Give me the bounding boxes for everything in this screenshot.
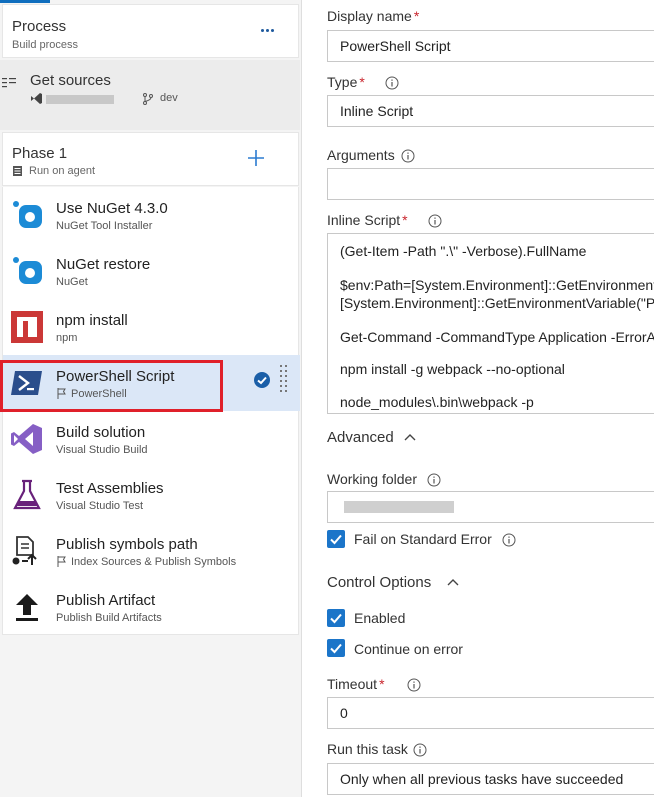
repository-icon: [31, 93, 42, 104]
redacted-repository-name: [46, 95, 114, 104]
checkmark-icon: [330, 643, 342, 654]
task-publish-symbols[interactable]: Publish symbols path Index Sources & Pub…: [3, 523, 300, 579]
task-subtitle: PowerShell: [71, 388, 127, 400]
list-icon: [2, 78, 16, 88]
task-subtitle: NuGet Tool Installer: [56, 220, 153, 232]
timeout-input[interactable]: 0: [327, 697, 654, 729]
process-title: Process: [12, 18, 67, 35]
process-subtitle: Build process: [12, 39, 79, 51]
info-icon[interactable]: [413, 743, 427, 757]
arguments-label: Arguments: [327, 147, 395, 163]
phase-subtitle: Run on agent: [29, 165, 96, 177]
task-subtitle: npm: [56, 332, 78, 344]
script-line: [System.Environment]::GetEnvironmentVari…: [340, 295, 654, 311]
continue-on-error-checkbox[interactable]: [327, 639, 345, 657]
task-list: Use NuGet 4.3.0 NuGet Tool Installer NuG…: [2, 187, 300, 635]
task-build-solution[interactable]: Build solution Visual Studio Build: [3, 411, 300, 467]
enabled-checkbox[interactable]: [327, 609, 345, 627]
task-subtitle: Visual Studio Test: [56, 500, 144, 512]
info-icon[interactable]: [427, 473, 441, 487]
get-sources-item[interactable]: Get sources dev: [0, 60, 300, 130]
get-sources-title: Get sources: [30, 72, 111, 89]
checkmark-icon: [330, 613, 342, 624]
enabled-label: Enabled: [354, 610, 406, 626]
phase-card[interactable]: Phase 1 Run on agent: [2, 132, 299, 186]
process-card[interactable]: Process Build process: [2, 4, 299, 58]
drag-handle-icon[interactable]: [279, 364, 289, 394]
task-title: PowerShell Script: [56, 368, 175, 385]
branch-name: dev: [160, 92, 178, 104]
working-folder-input[interactable]: [327, 491, 654, 523]
redacted-folder-path: [344, 501, 454, 513]
task-title: NuGet restore: [56, 256, 151, 273]
flag-icon: [57, 556, 66, 567]
task-title: Publish Artifact: [56, 592, 156, 609]
timeout-label: Timeout *: [327, 676, 385, 692]
inline-script-editor[interactable]: (Get-Item -Path ".\" -Verbose).FullName …: [327, 233, 654, 414]
type-label: Type *: [327, 74, 365, 90]
phase-title: Phase 1: [12, 145, 68, 162]
fail-on-stderr-checkbox[interactable]: [327, 530, 345, 548]
script-line: $env:Path=[System.Environment]::GetEnvir…: [340, 277, 654, 293]
active-tab-indicator: [0, 0, 50, 3]
run-this-task-label: Run this task: [327, 741, 408, 757]
script-line: npm install -g webpack --no-optional: [340, 361, 565, 377]
task-subtitle: NuGet: [56, 276, 88, 288]
info-icon[interactable]: [407, 678, 421, 692]
powershell-icon: [11, 371, 42, 395]
nuget-icon: [13, 257, 42, 284]
task-title: Build solution: [56, 424, 146, 441]
task-title: Publish symbols path: [56, 536, 198, 553]
working-folder-label: Working folder: [327, 471, 418, 487]
script-line: Get-Command -CommandType Application -Er…: [340, 329, 654, 345]
inline-script-label: Inline Script *: [327, 212, 408, 228]
more-options-icon[interactable]: [259, 26, 277, 34]
task-test-assemblies[interactable]: Test Assemblies Visual Studio Test: [3, 467, 300, 523]
display-name-label: Display name *: [327, 8, 420, 24]
info-icon[interactable]: [502, 533, 516, 547]
branch-icon: [143, 93, 153, 105]
control-options-section-toggle[interactable]: Control Options: [327, 574, 431, 591]
script-line: (Get-Item -Path ".\" -Verbose).FullName: [340, 243, 587, 259]
npm-icon: [11, 311, 43, 343]
task-nuget-restore[interactable]: NuGet restore NuGet: [3, 243, 300, 299]
upload-arrow-icon: [16, 594, 38, 621]
continue-on-error-label: Continue on error: [354, 641, 463, 657]
task-use-nuget[interactable]: Use NuGet 4.3.0 NuGet Tool Installer: [3, 187, 300, 243]
checkmark-icon: [330, 534, 342, 545]
checkmark-circle-icon: [254, 372, 270, 388]
task-publish-artifact[interactable]: Publish Artifact Publish Build Artifacts: [3, 579, 300, 635]
info-icon[interactable]: [428, 214, 442, 228]
publish-symbols-icon: [12, 536, 37, 565]
task-title: Use NuGet 4.3.0: [56, 200, 168, 217]
task-properties-panel: Display name * PowerShell Script Type * In…: [303, 0, 654, 797]
fail-on-stderr-label: Fail on Standard Error: [354, 531, 492, 547]
arguments-input[interactable]: [327, 168, 654, 200]
display-name-input[interactable]: PowerShell Script: [327, 30, 654, 62]
pipeline-panel: Process Build process Get sources dev Ph…: [0, 0, 302, 797]
run-condition-select[interactable]: Only when all previous tasks have succee…: [327, 763, 654, 795]
task-npm-install[interactable]: npm install npm: [3, 299, 300, 355]
flask-icon: [13, 479, 41, 510]
task-subtitle: Index Sources & Publish Symbols: [71, 556, 237, 568]
agent-icon: [13, 166, 22, 176]
script-line: node_modules\.bin\webpack -p: [340, 394, 534, 410]
type-select[interactable]: Inline Script: [327, 95, 654, 127]
task-subtitle: Visual Studio Build: [56, 444, 148, 456]
info-icon[interactable]: [385, 76, 399, 90]
task-subtitle: Publish Build Artifacts: [56, 612, 162, 624]
task-title: npm install: [56, 312, 128, 329]
info-icon[interactable]: [401, 149, 415, 163]
advanced-section-toggle[interactable]: Advanced: [327, 429, 394, 446]
add-task-icon[interactable]: [247, 149, 265, 167]
chevron-up-icon[interactable]: [447, 578, 459, 586]
nuget-icon: [13, 201, 42, 228]
flag-icon: [57, 388, 66, 399]
task-powershell-script[interactable]: PowerShell Script PowerShell: [3, 355, 300, 411]
task-title: Test Assemblies: [56, 480, 164, 497]
chevron-up-icon[interactable]: [404, 433, 416, 441]
visual-studio-icon: [11, 424, 42, 454]
